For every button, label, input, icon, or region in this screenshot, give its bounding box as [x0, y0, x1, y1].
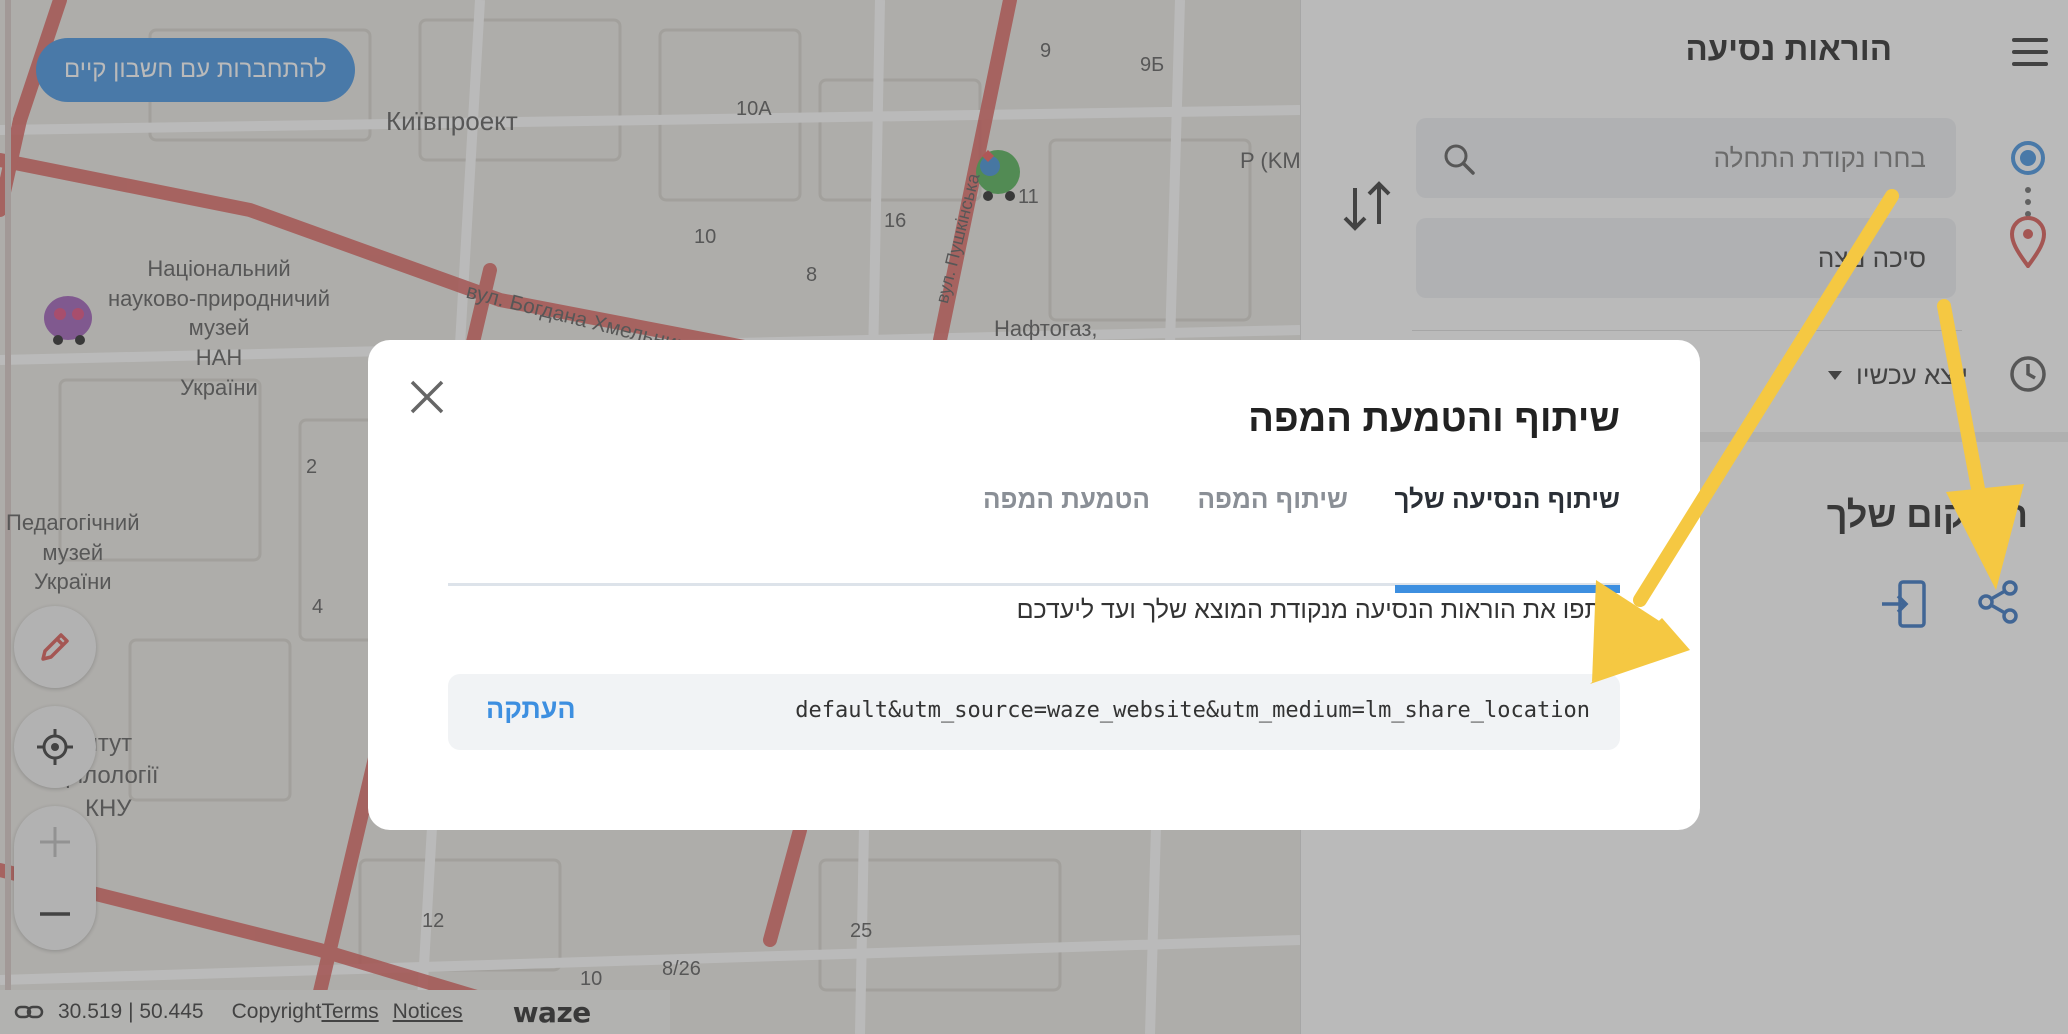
annotation-arrows — [1590, 189, 2024, 684]
yellow-arrow-icon — [1937, 299, 2024, 590]
yellow-arrow-icon — [1590, 189, 1899, 684]
